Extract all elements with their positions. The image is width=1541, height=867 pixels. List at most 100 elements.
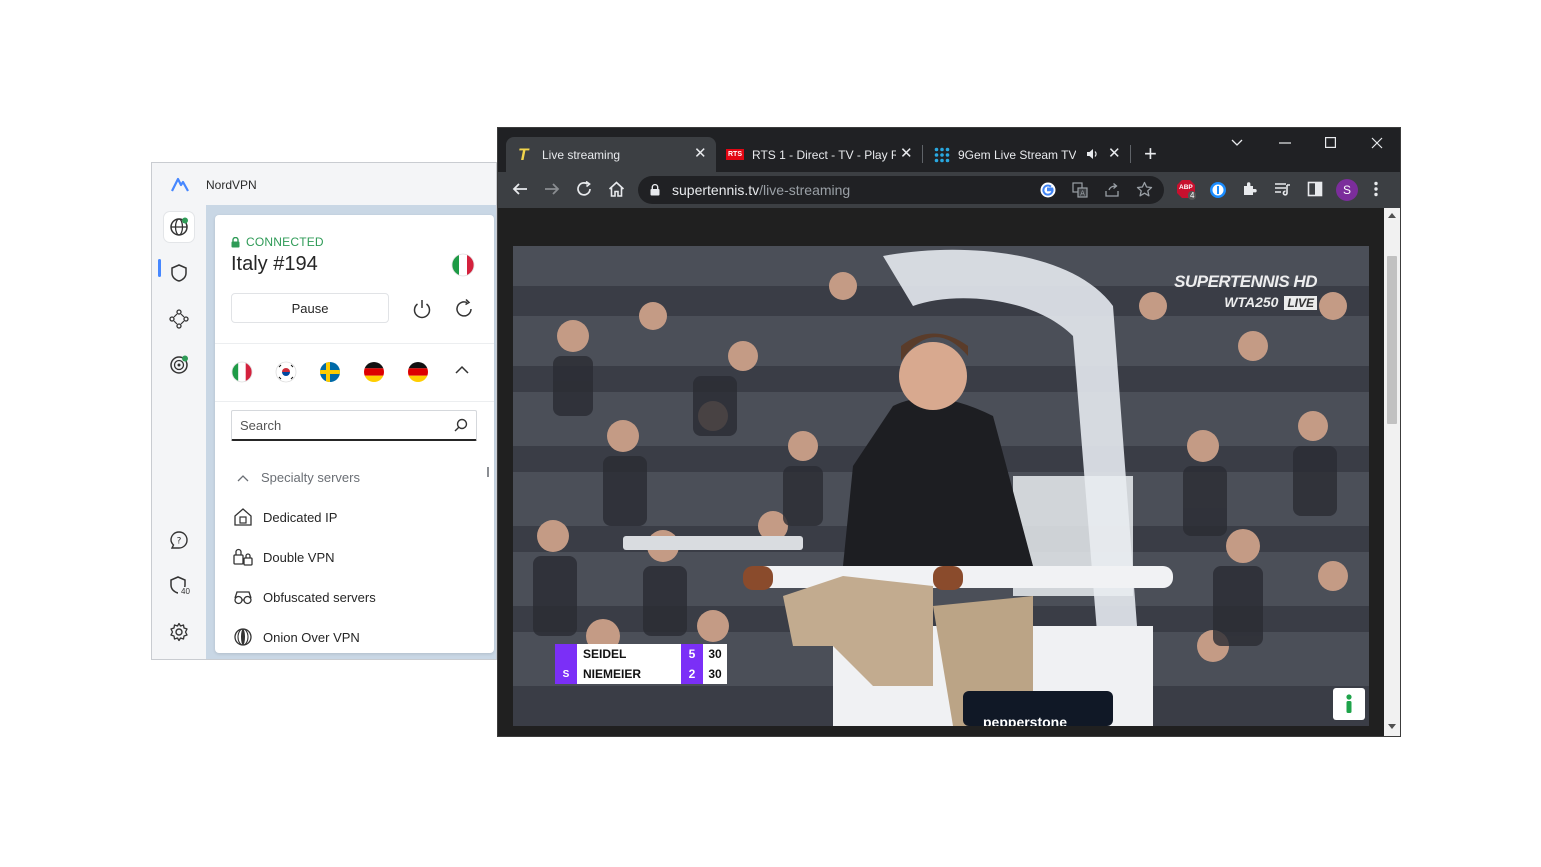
extensions-puzzle-icon[interactable] — [1242, 181, 1258, 197]
live-badge: LIVE — [1284, 296, 1317, 310]
flag-germany-icon[interactable] — [363, 361, 385, 383]
globe-nav-button[interactable] — [164, 212, 194, 242]
minimize-icon[interactable] — [1279, 142, 1291, 144]
chevron-up-icon[interactable] — [455, 365, 469, 375]
player-name: SEIDEL — [577, 644, 681, 664]
tab-rts[interactable]: RTS RTS 1 - Direct - TV - Play RTS ✕ — [718, 137, 918, 172]
scrollbar[interactable] — [487, 467, 489, 477]
maximize-icon[interactable] — [1325, 137, 1336, 148]
scroll-thumb[interactable] — [1387, 256, 1397, 424]
side-rail: ? 40 — [152, 205, 204, 659]
audio-playing-icon[interactable] — [1086, 148, 1098, 160]
tab-title: 9Gem Live Stream TV: Watch — [958, 147, 1076, 162]
nordvpn-titlebar: NordVPN — [152, 163, 496, 205]
home-icon[interactable] — [608, 181, 625, 197]
threat-protection-nav-button[interactable] — [164, 258, 194, 288]
bookmark-star-icon[interactable] — [1136, 181, 1153, 198]
media-queue-icon[interactable] — [1274, 181, 1291, 197]
player-sets: 5 — [681, 644, 703, 664]
profile-avatar[interactable]: S — [1336, 179, 1358, 201]
obfuscated-servers-icon — [234, 591, 252, 605]
9gem-icon — [934, 147, 950, 162]
watermark-title: SUPERTENNIS HD — [1174, 272, 1317, 291]
back-arrow-icon[interactable] — [512, 181, 528, 197]
search-icon[interactable] — [454, 418, 468, 432]
reconnect-refresh-icon[interactable] — [453, 298, 475, 320]
close-tab-icon[interactable]: ✕ — [900, 146, 913, 161]
pause-button[interactable]: Pause — [231, 293, 389, 323]
video-player[interactable]: SUPERTENNIS HD WTA250 LIVE pepperstone S… — [513, 246, 1369, 726]
target-icon — [170, 355, 188, 374]
browser-toolbar: supertennis.tv/live-streaming A ABP 4 S — [498, 172, 1400, 208]
connection-status: CONNECTED — [231, 235, 324, 249]
address-bar[interactable]: supertennis.tv/live-streaming A — [638, 176, 1164, 204]
info-person-icon — [1346, 694, 1352, 713]
tab-separator — [922, 145, 923, 163]
list-item-label: Dedicated IP — [263, 509, 338, 525]
specialty-servers-header[interactable]: Specialty servers — [237, 470, 360, 485]
specialty-item-onion-over-vpn[interactable]: Onion Over VPN — [233, 627, 360, 647]
url-text: supertennis.tv/live-streaming — [672, 182, 850, 198]
scoreboard: SEIDEL 5 30 S NIEMEIER 2 30 — [555, 644, 727, 684]
close-window-icon[interactable] — [1371, 137, 1383, 149]
accessibility-help-button[interactable] — [1333, 688, 1365, 720]
specialty-item-double-vpn[interactable]: Double VPN — [233, 547, 335, 567]
help-chat-icon: ? — [170, 531, 188, 549]
lock-icon[interactable] — [650, 184, 660, 196]
specialty-item-dedicated-ip[interactable]: Dedicated IP — [233, 507, 337, 527]
search-placeholder: Search — [240, 417, 282, 433]
disconnect-power-icon[interactable] — [411, 298, 433, 320]
specialty-servers-label: Specialty servers — [261, 470, 360, 485]
url-host: supertennis.tv — [672, 182, 760, 198]
translate-icon[interactable]: A — [1072, 182, 1088, 198]
close-tab-icon[interactable]: ✕ — [694, 146, 707, 161]
divider — [215, 401, 494, 402]
browser-window: T Live streaming ✕ RTS RTS 1 - Direct - … — [497, 127, 1401, 737]
shield-icon — [171, 264, 187, 282]
reload-icon[interactable] — [576, 181, 592, 197]
search-input[interactable]: Search — [231, 410, 477, 441]
tab-strip: T Live streaming ✕ RTS RTS 1 - Direct - … — [498, 128, 1400, 172]
wta-logo-icon — [555, 644, 577, 664]
flag-south-korea-icon[interactable] — [275, 361, 297, 383]
forward-arrow-icon[interactable] — [544, 181, 560, 197]
specialty-item-obfuscated-servers[interactable]: Obfuscated servers — [233, 587, 376, 607]
share-icon[interactable] — [1104, 182, 1120, 198]
flag-sweden-icon[interactable] — [319, 361, 341, 383]
adblock-extension-button[interactable]: ABP 4 — [1176, 179, 1197, 204]
more-menu-icon[interactable] — [1374, 181, 1378, 197]
adblock-label: ABP — [1179, 184, 1193, 191]
close-tab-icon[interactable]: ✕ — [1108, 146, 1121, 161]
new-tab-plus-icon[interactable]: + — [1144, 141, 1157, 167]
tab-live-streaming[interactable]: T Live streaming ✕ — [506, 137, 716, 172]
rts-favicon: RTS — [726, 149, 744, 160]
scoreboard-row: S NIEMEIER 2 30 — [555, 664, 727, 684]
threat-report-nav-button[interactable]: 40 — [164, 571, 194, 601]
scroll-up-arrow-icon[interactable] — [1388, 212, 1396, 218]
chevron-up-icon — [237, 474, 249, 481]
double-vpn-icon — [233, 548, 253, 566]
nordvpn-logo-icon — [171, 177, 189, 192]
help-nav-button[interactable]: ? — [164, 525, 194, 555]
scroll-down-arrow-icon[interactable] — [1388, 724, 1396, 730]
flag-italy-icon[interactable] — [231, 361, 253, 383]
wta-logo-icon: S — [555, 664, 577, 684]
tab-search-chevron-icon[interactable] — [1231, 139, 1243, 147]
page-scrollbar[interactable] — [1384, 208, 1400, 736]
password-manager-icon[interactable] — [1209, 181, 1227, 199]
dark-web-monitor-nav-button[interactable] — [164, 350, 194, 380]
recent-connections — [231, 361, 429, 383]
settings-nav-button[interactable] — [164, 617, 194, 647]
lock-icon — [231, 236, 240, 247]
player-points: 30 — [703, 644, 727, 664]
tab-title: Live streaming — [542, 147, 621, 162]
google-icon[interactable] — [1040, 182, 1056, 198]
side-panel-icon[interactable] — [1307, 181, 1323, 197]
supertennis-favicon: T — [518, 144, 529, 164]
meshnet-nav-button[interactable] — [164, 304, 194, 334]
divider — [215, 343, 494, 344]
list-item-label: Double VPN — [263, 549, 335, 565]
sponsor-logo: pepperstone — [983, 714, 1068, 726]
flag-germany-icon[interactable] — [407, 361, 429, 383]
tab-9gem[interactable]: 9Gem Live Stream TV: Watch ✕ — [926, 137, 1126, 172]
